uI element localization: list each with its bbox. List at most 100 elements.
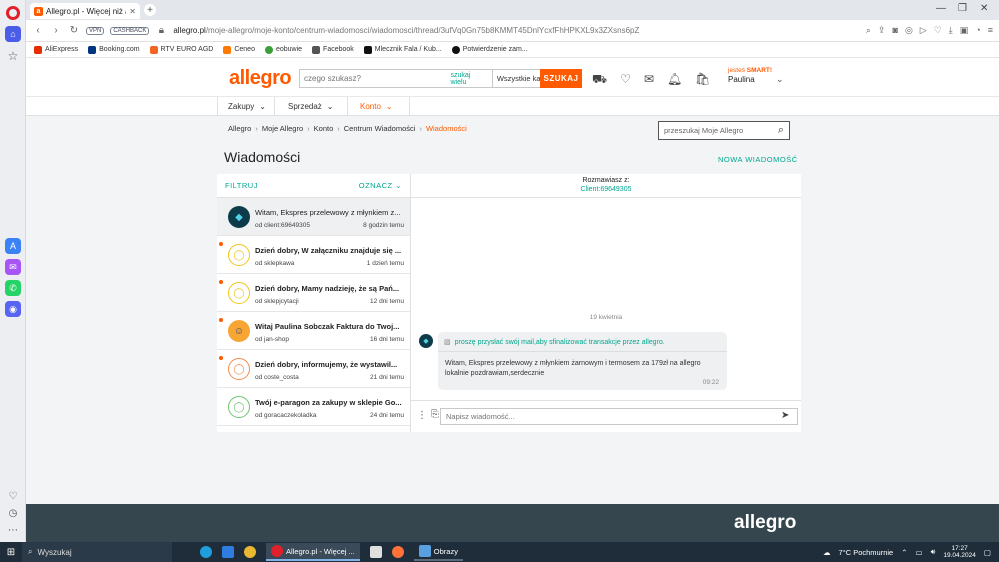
discord-icon[interactable]: ◉ — [5, 301, 21, 317]
camera-icon[interactable]: ◙ — [893, 25, 898, 36]
taskbar-search[interactable]: ⌕ Wyszukaj — [22, 542, 172, 562]
browser-tab[interactable]: a Allegro.pl - Więcej niż aukcje ✕ — [30, 3, 140, 19]
aliexpress-icon — [34, 45, 42, 54]
screenshot-icon[interactable]: ◎ — [905, 25, 913, 36]
volume-icon[interactable]: 🔊︎ — [931, 547, 936, 557]
new-tab-icon[interactable]: + — [144, 4, 156, 16]
send-icon[interactable]: ➤ — [781, 410, 789, 421]
breadcrumb-allegro[interactable]: Allegro — [228, 124, 251, 133]
bookmark-item[interactable]: eobuwie — [264, 45, 302, 54]
list-item[interactable]: ◯ Dzień dobry, W załączniku znajduje się… — [217, 236, 410, 274]
clock[interactable]: 17:27 19.04.2024 — [943, 545, 976, 560]
more-icon[interactable]: ⋯ — [5, 522, 21, 538]
filter-button[interactable]: FILTRUJ — [225, 181, 258, 190]
wallet-icon[interactable]: ▣ — [960, 25, 969, 36]
home-icon[interactable]: ⌂ — [5, 26, 21, 42]
firefox-icon[interactable] — [391, 546, 404, 558]
breadcrumb-konto[interactable]: Konto — [314, 124, 334, 133]
delivery-truck-icon[interactable]: ⛟ — [592, 72, 607, 88]
reload-icon[interactable]: ↻ — [68, 25, 80, 36]
play-icon[interactable]: ▷ — [920, 25, 927, 36]
nav-sprzedaz[interactable]: Sprzedaż ⌄ — [278, 97, 348, 116]
share-icon[interactable]: ⇪ — [878, 25, 886, 36]
footer-logo[interactable]: allegro — [734, 512, 796, 534]
close-tab-icon[interactable]: ✕ — [129, 7, 136, 16]
chrome-icon[interactable] — [244, 546, 256, 558]
bookmark-item[interactable]: AliExpress — [34, 45, 78, 54]
messenger-icon[interactable]: ✉ — [5, 259, 21, 275]
messages-icon[interactable]: ✉ — [644, 72, 654, 88]
client-link[interactable]: Client:69649305 — [411, 186, 801, 195]
bookmark-icon[interactable]: ♡ — [934, 25, 942, 36]
nav-konto[interactable]: Konto ⌄ — [350, 97, 410, 116]
search-icon[interactable]: ⌕ — [866, 25, 871, 36]
thread-sender: od coste_costa — [255, 374, 299, 381]
mail-icon[interactable] — [222, 546, 234, 558]
bell-icon[interactable]: 🔔︎ — [667, 72, 682, 88]
nav-zakupy[interactable]: Zakupy ⌄ — [217, 97, 275, 116]
menu-icon[interactable]: ≡ — [988, 25, 993, 36]
profile-icon[interactable]: ◔ — [975, 25, 980, 36]
whatsapp-icon[interactable]: ✆ — [5, 280, 21, 296]
windows-start-icon[interactable]: ⊞ — [0, 547, 22, 558]
heart-icon[interactable]: ♡ — [620, 72, 631, 88]
download-icon[interactable]: ⤓ — [949, 25, 953, 36]
search-icon[interactable]: ⌕ — [778, 124, 784, 137]
bookmark-item[interactable]: Facebook — [312, 45, 354, 54]
list-item[interactable]: ◆ Witam, Ekspres przelewowy z młynkiem z… — [217, 198, 410, 236]
bookmark-item[interactable]: Booking.com — [88, 45, 140, 54]
cashback-badge[interactable]: CASHBACK — [110, 26, 150, 35]
lock-icon[interactable]: 🔒︎ — [155, 25, 167, 36]
bookmark-item[interactable]: Mlecznik Fala / Kub... — [363, 45, 442, 54]
back-icon[interactable]: ‹ — [32, 25, 44, 36]
weather-icon[interactable]: ☁ — [823, 548, 831, 557]
edge-icon[interactable] — [200, 546, 212, 558]
list-item[interactable]: ◯ Dzień dobry, informujemy, że wystawil.… — [217, 350, 410, 388]
chevron-up-icon[interactable]: ⌃ — [901, 548, 907, 557]
list-item[interactable]: ☺ Witaj Paulina Sobczak Faktura do Twoj.… — [217, 312, 410, 350]
user-menu[interactable]: jesteś SMART! Paulina ⌄ — [728, 67, 784, 86]
more-options-icon[interactable]: ⋮ — [417, 410, 427, 421]
new-message-button[interactable]: NOWA WIADOMOŚĆ — [718, 155, 798, 164]
bookmark-item[interactable]: Ceneo — [223, 45, 255, 54]
bookmark-item[interactable]: RTV EURO AGD — [149, 45, 213, 54]
search-many-link[interactable]: szukaj wielu — [450, 70, 491, 87]
thread-subject: Dzień dobry, Mamy nadzieję, że są Pań... — [255, 284, 400, 293]
thread-sender: od jan-shop — [255, 336, 289, 343]
breadcrumb-moje-allegro[interactable]: Moje Allegro — [262, 124, 303, 133]
cart-icon[interactable]: 🛍︎ — [695, 72, 710, 88]
maximize-icon[interactable]: ❐ — [958, 3, 967, 14]
weather-text[interactable]: 7°C Pochmurnie — [839, 548, 894, 557]
taskbar-photos[interactable]: Obrazy — [413, 543, 463, 561]
taskbar-opera[interactable]: Allegro.pl - Więcej ... — [266, 543, 360, 561]
heart-icon[interactable]: ♡ — [5, 488, 21, 504]
url-field[interactable]: allegro.pl/moje-allegro/moje-konto/centr… — [173, 26, 639, 35]
minimize-icon[interactable]: — — [936, 3, 946, 14]
search-input[interactable] — [300, 70, 451, 87]
history-icon[interactable]: ◷ — [5, 505, 21, 521]
folder-icon — [312, 45, 321, 54]
vpn-badge[interactable]: VPN — [86, 26, 105, 35]
store-icon[interactable] — [369, 546, 382, 558]
bookmark-item[interactable]: Potwierdzenie zam... — [451, 45, 528, 54]
star-icon[interactable]: ☆ — [5, 48, 21, 64]
breadcrumb-centrum[interactable]: Centrum Wiadomości — [344, 124, 416, 133]
search-button[interactable]: SZUKAJ — [540, 69, 582, 88]
list-item[interactable]: ◯ Dzień dobry, Mamy nadzieję, że są Pań.… — [217, 274, 410, 312]
notifications-icon[interactable]: ▢ — [984, 548, 991, 557]
list-item[interactable]: ◯ Twój e-paragon za zakupy w sklepie Go.… — [217, 388, 410, 426]
network-icon[interactable]: ▭ — [916, 548, 923, 557]
account-search-input[interactable]: przeszukaj Moje Allegro ⌕ — [658, 121, 790, 140]
allegro-logo[interactable]: allegro — [229, 67, 292, 90]
attachment-icon[interactable]: ⎘ — [431, 409, 439, 420]
sub-navigation: Zakupy ⌄ Sprzedaż ⌄ Konto ⌄ — [26, 96, 999, 116]
app-store-icon[interactable]: A — [5, 238, 21, 254]
close-window-icon[interactable]: ✕ — [980, 3, 988, 14]
thread-subject: Twój e-paragon za zakupy w sklepie Go... — [255, 398, 402, 407]
opera-logo-icon[interactable] — [6, 6, 20, 20]
ceneo-icon — [223, 45, 232, 54]
forward-icon[interactable]: › — [50, 25, 62, 36]
confirmation-icon — [451, 45, 460, 54]
mark-button[interactable]: OZNACZ ⌄ — [359, 181, 402, 190]
message-input[interactable] — [440, 408, 798, 425]
